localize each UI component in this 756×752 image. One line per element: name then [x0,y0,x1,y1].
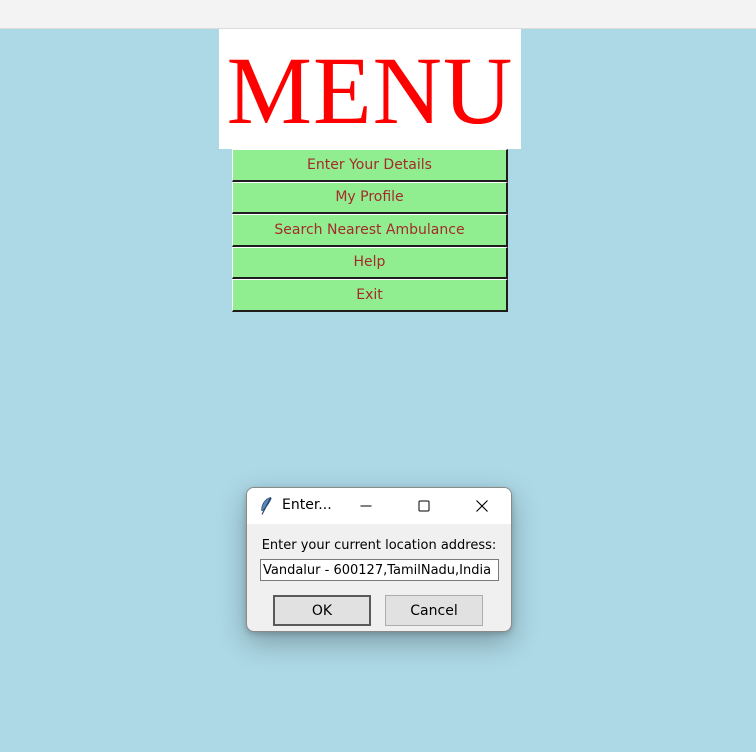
close-button[interactable] [459,488,505,524]
help-button[interactable]: Help [232,246,508,279]
top-strip [0,0,756,29]
address-prompt-label: Enter your current location address: [261,538,497,553]
search-ambulance-button[interactable]: Search Nearest Ambulance [232,214,508,247]
menu-list: Enter Your Details My Profile Search Nea… [232,149,508,312]
location-dialog: Enter... Enter your current location add… [246,487,512,632]
exit-button[interactable]: Exit [232,279,508,312]
enter-details-button[interactable]: Enter Your Details [232,149,508,182]
dialog-title-bar[interactable]: Enter... [247,488,511,524]
close-icon [476,500,488,512]
ok-button[interactable]: OK [273,595,371,626]
address-input[interactable] [260,559,499,581]
maximize-button[interactable] [401,488,447,524]
menu-title: MENU [226,37,514,144]
my-profile-button[interactable]: My Profile [232,181,508,214]
dialog-title: Enter... [282,497,332,513]
minimize-icon [360,505,372,507]
maximize-icon [418,500,430,512]
feather-icon [261,497,272,515]
menu-banner: MENU [219,29,521,149]
minimize-button[interactable] [343,488,389,524]
cancel-button[interactable]: Cancel [385,595,483,626]
